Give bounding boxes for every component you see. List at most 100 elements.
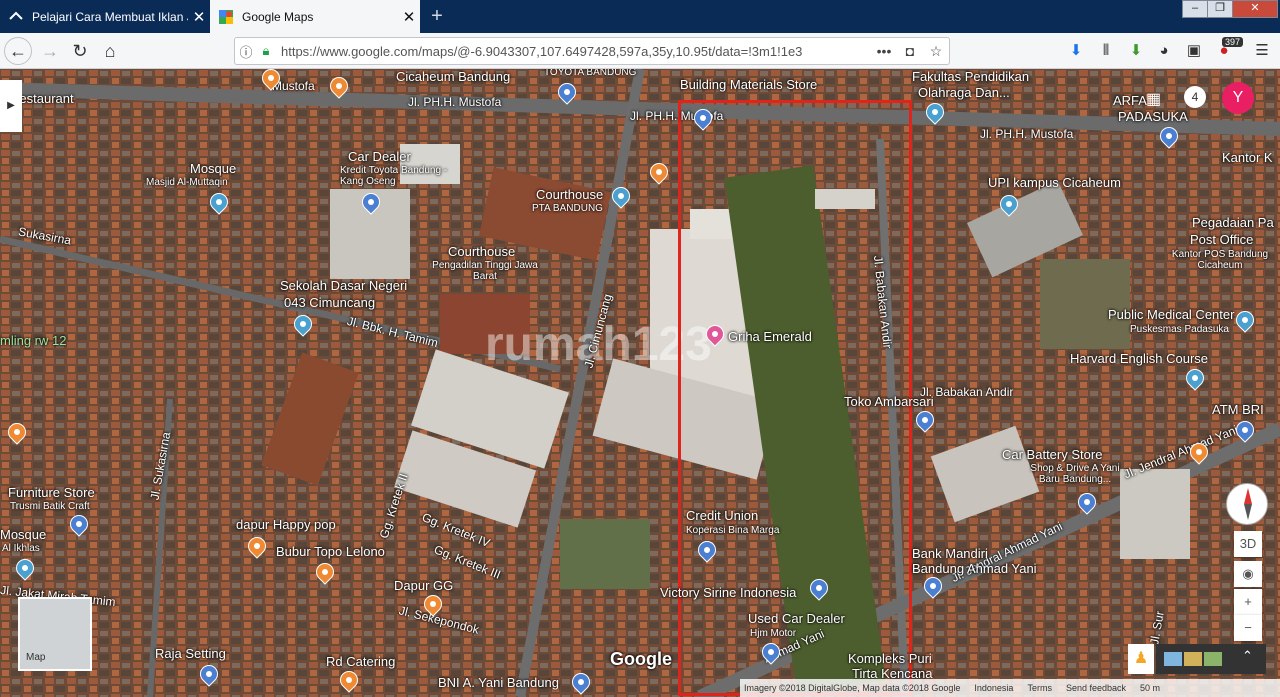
place-label[interactable]: Post Office	[1190, 232, 1253, 247]
close-window-button[interactable]: ✕	[1232, 0, 1278, 18]
map-type-toggle[interactable]: Map	[18, 597, 92, 671]
place-label[interactable]: Cicaheum Bandung	[396, 69, 510, 84]
place-label[interactable]: Dapur GG	[394, 578, 453, 593]
url-text[interactable]: https://www.google.com/maps/@-6.9043307,…	[275, 44, 871, 59]
place-label[interactable]: Raja Setting	[155, 646, 226, 661]
attribution-bar: Imagery ©2018 DigitalGlobe, Map data ©20…	[740, 679, 1280, 697]
place-sublabel: Hjm Motor	[750, 628, 797, 639]
place-label[interactable]: Building Materials Store	[680, 77, 817, 92]
palette-icon[interactable]: ◕	[1152, 39, 1176, 63]
place-label[interactable]: Fakultas Pendidikan	[912, 69, 1029, 84]
place-label[interactable]: Used Car Dealer	[748, 611, 845, 626]
home-button[interactable]: ⌂	[96, 37, 124, 65]
place-label[interactable]: Mosque	[190, 161, 236, 176]
place-sublabel: Shop & Drive A Yani Baru Bandung...	[1030, 463, 1120, 485]
place-label[interactable]: Harvard English Course	[1070, 351, 1208, 366]
satellite-map[interactable]: rumah123 Jl. PH.H. Mustofa Jl. PH.H. Mus…	[0, 69, 1280, 697]
extension-badge: 397	[1222, 37, 1244, 47]
place-label[interactable]: Griha Emerald	[728, 329, 812, 344]
road-label: Jl. Babakan Andir	[920, 385, 1014, 399]
place-sublabel: Kantor POS Bandung Cicaheum	[1171, 249, 1269, 271]
lock-icon[interactable]: 🔒︎	[257, 43, 275, 59]
page-actions-icon[interactable]: •••	[871, 43, 897, 59]
terms-link[interactable]: Terms	[1027, 683, 1052, 693]
place-label[interactable]: Kompleks Puri	[848, 651, 932, 666]
side-panel-toggle[interactable]: ▶	[0, 80, 22, 132]
reload-button[interactable]: ↻	[66, 37, 94, 65]
notifications-button[interactable]: 4	[1184, 86, 1206, 108]
place-label[interactable]: Public Medical Center	[1108, 307, 1234, 322]
apps-grid-icon[interactable]: ▦	[1146, 89, 1161, 109]
place-sublabel: Al Ikhlas	[2, 543, 40, 554]
place-label[interactable]: mling rw 12	[0, 333, 66, 348]
google-maps-favicon-icon	[219, 9, 233, 24]
tab-close-icon[interactable]: ✕	[398, 8, 420, 26]
download-icon[interactable]: ⬇	[1064, 39, 1088, 63]
place-label[interactable]: Courthouse	[536, 187, 603, 202]
layer-thumb-icon[interactable]	[1184, 652, 1202, 666]
road-label: Jl. PH.H. Mustofa	[980, 127, 1074, 141]
navigation-toolbar: ← → ↻ ⌂ ⓘ 🔒︎ https://www.google.com/maps…	[0, 33, 1280, 69]
region-link[interactable]: Indonesia	[974, 683, 1013, 693]
place-sublabel: Masjid Al-Muttaqin	[146, 177, 228, 188]
maximize-button[interactable]: ❐	[1207, 0, 1233, 18]
layer-thumb-icon[interactable]	[1204, 652, 1222, 666]
place-label[interactable]: Toko Ambarsari	[844, 394, 934, 409]
place-label[interactable]: ARFA	[1113, 93, 1147, 108]
tab-title: Pelajari Cara Membuat Iklan Ju	[32, 9, 188, 24]
info-icon[interactable]: ⓘ	[235, 42, 257, 61]
place-label[interactable]: Car Battery Store	[1002, 447, 1102, 462]
library-icon[interactable]: ⫴	[1094, 39, 1118, 63]
forward-button[interactable]: →	[36, 37, 64, 65]
send-feedback-link[interactable]: Send feedback	[1066, 683, 1126, 693]
place-label[interactable]: ATM BRI	[1212, 402, 1264, 417]
layer-thumb-icon[interactable]	[1164, 652, 1182, 666]
place-label[interactable]: Bank Mandiri	[912, 546, 988, 561]
place-sublabel: Koperasi Bina Marga	[686, 525, 780, 536]
tab-pelajari[interactable]: Pelajari Cara Membuat Iklan Ju ✕	[0, 0, 210, 33]
place-label[interactable]: Furniture Store	[8, 485, 95, 500]
place-label[interactable]: Kantor K	[1222, 150, 1273, 165]
back-button[interactable]: ←	[4, 37, 32, 65]
minimap-label: Map	[26, 652, 46, 663]
place-label[interactable]: Victory Sirine Indonesia	[660, 585, 796, 600]
zoom-out-button[interactable]: −	[1234, 615, 1262, 641]
sidebar-icon[interactable]: ▣	[1182, 39, 1206, 63]
pegman-icon[interactable]: ♟	[1128, 644, 1154, 674]
new-tab-button[interactable]: +	[426, 4, 448, 28]
place-label[interactable]: Pegadaian Pa	[1192, 215, 1274, 230]
tab-close-icon[interactable]: ✕	[188, 8, 210, 26]
place-label[interactable]: Car Dealer	[348, 149, 411, 164]
place-label[interactable]: Courthouse	[448, 244, 515, 259]
tab-title: Google Maps	[242, 9, 314, 24]
place-label[interactable]: UPI kampus Cicaheum	[988, 175, 1121, 190]
place-sublabel: PTA BANDUNG	[532, 203, 603, 214]
account-avatar[interactable]: Y	[1222, 82, 1254, 114]
imagery-credit: Imagery ©2018 DigitalGlobe, Map data ©20…	[744, 683, 961, 693]
place-sublabel: TOYOTA BANDUNG	[544, 69, 637, 78]
compass-icon[interactable]	[1226, 483, 1268, 525]
zoom-in-button[interactable]: +	[1234, 589, 1262, 615]
place-label[interactable]: dapur Happy pop	[236, 517, 336, 532]
place-label[interactable]: Credit Union	[686, 508, 758, 523]
3d-button[interactable]: 3D	[1234, 531, 1262, 557]
google-logo: Google	[610, 649, 672, 669]
pocket-icon[interactable]: ◘	[897, 43, 923, 59]
tab-google-maps[interactable]: Google Maps ✕	[210, 0, 420, 33]
bookmark-star-icon[interactable]: ☆	[923, 43, 949, 60]
place-label[interactable]: BNI A. Yani Bandung	[438, 675, 559, 690]
minimize-button[interactable]: –	[1182, 0, 1208, 18]
place-label[interactable]: Rd Catering	[326, 654, 395, 669]
scale-label[interactable]: 50 m	[1140, 683, 1160, 693]
layers-strip[interactable]: ⌃	[1156, 644, 1266, 674]
place-label[interactable]: Bubur Topo Lelono	[276, 544, 385, 559]
extension-download-icon[interactable]: ⬇	[1124, 39, 1148, 63]
expand-icon[interactable]: ⌃	[1242, 648, 1253, 664]
place-label[interactable]: Mosque	[0, 527, 46, 542]
place-label[interactable]: Sekolah Dasar Negeri	[280, 278, 407, 293]
menu-icon[interactable]: ☰	[1250, 39, 1274, 63]
place-sublabel: Pengadilan Tinggi Jawa Barat	[432, 260, 538, 282]
my-location-icon[interactable]: ◉	[1234, 561, 1262, 587]
address-bar[interactable]: ⓘ 🔒︎ https://www.google.com/maps/@-6.904…	[234, 37, 950, 65]
place-sublabel: Olahraga Dan...	[918, 85, 1010, 100]
